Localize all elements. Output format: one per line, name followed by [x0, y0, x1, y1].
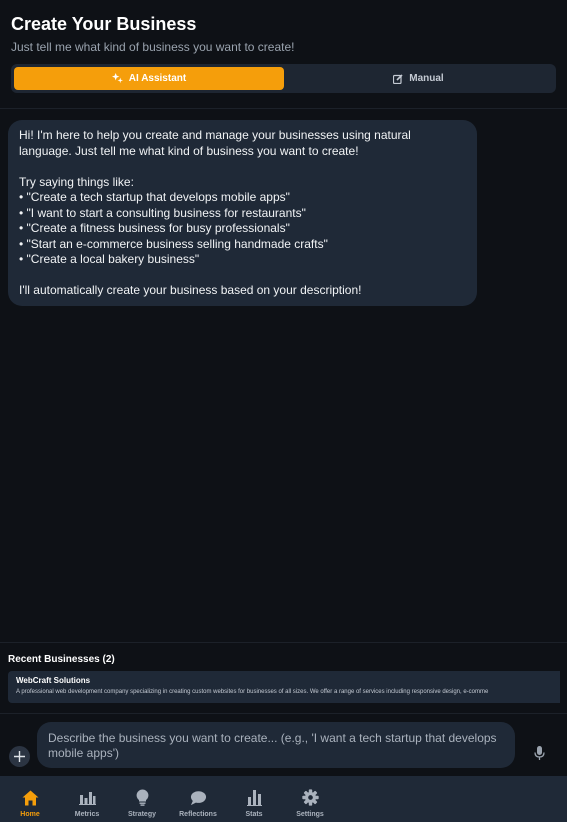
bar-chart-icon [79, 789, 96, 806]
message-line: Try saying things like: [19, 174, 134, 189]
sparkle-icon [111, 73, 123, 84]
message-line: • "Start an e-commerce business selling … [19, 236, 328, 251]
nav-stats-label: Stats [245, 811, 263, 818]
ai-assistant-tab[interactable]: AI Assistant [14, 67, 284, 90]
message-line: I'll automatically create your business … [19, 283, 362, 297]
manual-tab-label: Manual [409, 73, 444, 84]
page-subtitle: Just tell me what kind of business you w… [11, 40, 295, 54]
business-card[interactable]: WebCraft Solutions A professional web de… [8, 671, 560, 703]
nav-metrics[interactable]: Metrics [62, 776, 112, 822]
page-header: Create Your Business Just tell me what k… [0, 0, 567, 109]
business-description-input[interactable] [37, 722, 515, 768]
nav-home[interactable]: Home [5, 776, 55, 822]
recent-businesses: Recent Businesses (2) WebCraft Solutions… [0, 642, 567, 714]
ai-assistant-tab-label: AI Assistant [128, 73, 187, 84]
nav-strategy-label: Strategy [127, 811, 156, 818]
lightbulb-icon [134, 789, 151, 806]
nav-settings-label: Settings [296, 811, 324, 818]
stats-icon [246, 789, 263, 806]
chat-area: Hi! I'm here to help you create and mana… [0, 109, 567, 641]
message-line: • "Create a tech startup that develops m… [19, 190, 290, 204]
microphone-icon [533, 745, 545, 760]
message-composer [0, 713, 567, 775]
business-name: WebCraft Solutions [16, 676, 91, 685]
nav-home-label: Home [20, 811, 40, 818]
edit-icon [393, 73, 403, 84]
bottom-nav: Home Metrics Strategy Reflections Stats … [0, 776, 567, 822]
page-title: Create Your Business [11, 14, 197, 34]
message-line: • "Create a local bakery business" [19, 252, 200, 266]
nav-metrics-label: Metrics [74, 811, 100, 818]
business-description: A professional web development company s… [16, 689, 489, 695]
message-line: Hi! I'm here to help you create and mana… [19, 128, 411, 158]
message-line: • "I want to start a consulting business… [19, 205, 306, 220]
plus-icon [14, 751, 25, 762]
mode-toggle: AI Assistant Manual [11, 64, 556, 93]
assistant-message: Hi! I'm here to help you create and mana… [8, 120, 477, 306]
nav-reflections-label: Reflections [179, 811, 217, 818]
nav-stats[interactable]: Stats [229, 776, 279, 822]
chat-bubbles-icon [190, 789, 207, 806]
nav-reflections[interactable]: Reflections [173, 776, 223, 822]
home-icon [22, 789, 39, 806]
microphone-button[interactable] [531, 744, 547, 762]
gear-icon [302, 789, 319, 806]
recent-businesses-title: Recent Businesses (2) [8, 654, 115, 665]
add-button[interactable] [9, 746, 30, 767]
nav-settings[interactable]: Settings [285, 776, 335, 822]
nav-strategy[interactable]: Strategy [117, 776, 167, 822]
manual-tab[interactable]: Manual [284, 67, 553, 90]
message-line: • "Create a fitness business for busy pr… [19, 221, 290, 235]
